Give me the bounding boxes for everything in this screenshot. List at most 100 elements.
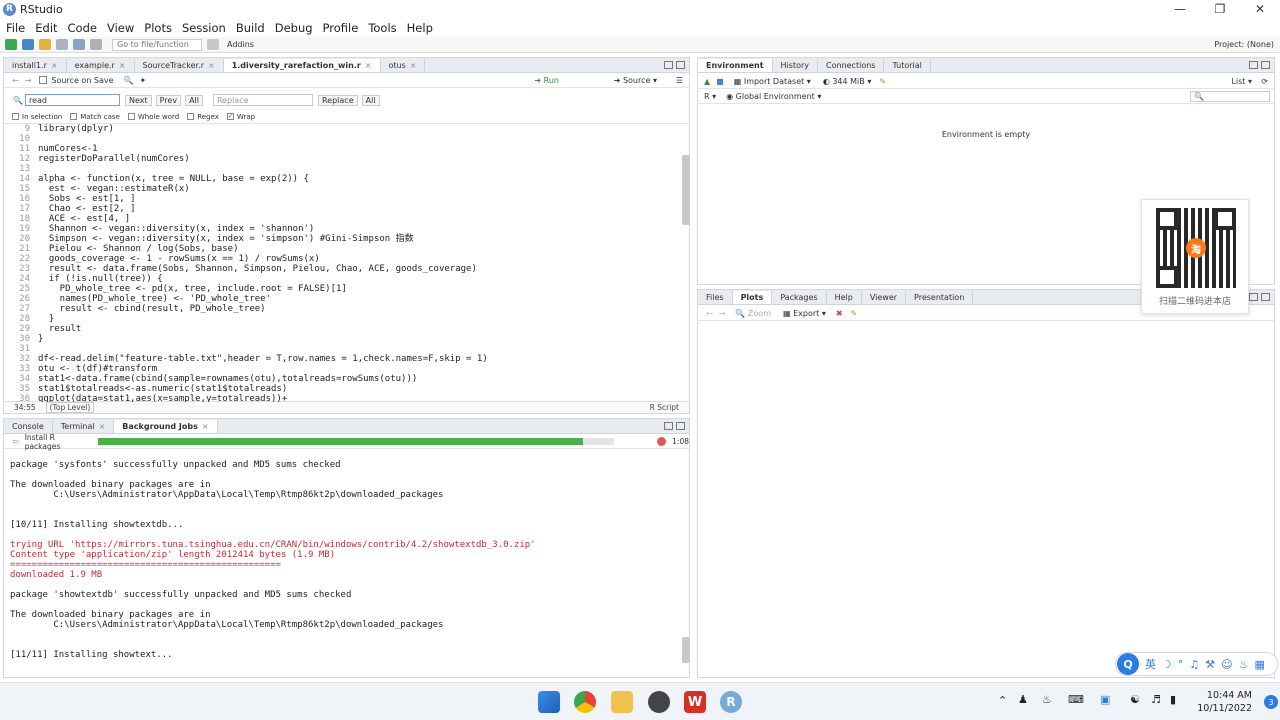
wifi-icon[interactable]: ☯ bbox=[1130, 693, 1140, 706]
close-icon[interactable]: × bbox=[119, 61, 126, 70]
code-line[interactable]: 29 result bbox=[8, 324, 680, 334]
menu-code[interactable]: Code bbox=[68, 21, 97, 35]
code-line[interactable]: 24 if (!is.null(tree)) { bbox=[8, 274, 680, 284]
tab-plots[interactable]: Plots bbox=[732, 291, 773, 304]
file-type[interactable]: R Script bbox=[650, 403, 679, 412]
source-button[interactable]: ➜ Source ▾ bbox=[614, 76, 657, 85]
back-icon[interactable]: ← bbox=[12, 76, 19, 85]
save-workspace-icon[interactable]: ■ bbox=[716, 77, 724, 86]
tab-diversity[interactable]: 1.diversity_rarefaction_win.r × bbox=[223, 59, 381, 72]
wps-icon[interactable]: W bbox=[684, 691, 706, 713]
back-icon[interactable]: ← bbox=[706, 309, 713, 318]
code-line[interactable]: 12 registerDoParallel(numCores) bbox=[8, 154, 680, 164]
code-line[interactable]: 13 bbox=[8, 164, 680, 174]
code-line[interactable]: 15 est <- vegan::estimateR(x) bbox=[8, 184, 680, 194]
minimize-pane-icon[interactable] bbox=[1249, 293, 1258, 301]
code-line[interactable]: 25 PD_whole_tree <- pd(x, tree, include.… bbox=[8, 284, 680, 294]
ime-tool-icon[interactable]: ⚒ bbox=[1205, 658, 1215, 671]
tab-console[interactable]: Console bbox=[4, 420, 53, 433]
code-line[interactable]: 22 goods_coverage <- 1 - rowSums(x == 1)… bbox=[8, 254, 680, 264]
addins-button[interactable]: Addins bbox=[227, 40, 254, 49]
code-line[interactable]: 30} bbox=[8, 334, 680, 344]
code-line[interactable]: 33 otu <- t(df)#transform bbox=[8, 364, 680, 374]
export-button[interactable]: ▦ Export ▾ bbox=[783, 309, 826, 318]
minimize-pane-icon[interactable] bbox=[664, 61, 673, 69]
tab-environment[interactable]: Environment bbox=[698, 59, 773, 72]
broom-icon[interactable]: ✎ bbox=[879, 77, 886, 86]
tab-install1[interactable]: install1.r × bbox=[4, 59, 67, 72]
close-icon[interactable]: × bbox=[208, 61, 215, 70]
code-line[interactable]: 18 ACE <- est[4, ] bbox=[8, 214, 680, 224]
code-line[interactable]: 26 names(PD_whole_tree) <- 'PD_whole_tre… bbox=[8, 294, 680, 304]
whole-word-checkbox[interactable] bbox=[127, 113, 135, 120]
windows-start-icon[interactable] bbox=[538, 691, 560, 713]
ime-tray-icon[interactable]: ▣ bbox=[1100, 693, 1110, 706]
regex-checkbox[interactable] bbox=[187, 113, 195, 120]
minimize-pane-icon[interactable] bbox=[1249, 61, 1258, 69]
maximize-button[interactable]: ❐ bbox=[1200, 0, 1240, 18]
forward-icon[interactable]: → bbox=[719, 309, 726, 318]
qr-code-overlay[interactable]: 淘 扫描二维码进本店 bbox=[1141, 199, 1249, 314]
language-selector[interactable]: R ▾ bbox=[704, 92, 716, 101]
tab-sourcetracker[interactable]: SourceTracker.r × bbox=[135, 59, 224, 72]
menu-file[interactable]: File bbox=[6, 21, 25, 35]
close-icon[interactable]: × bbox=[410, 61, 417, 70]
menu-help[interactable]: Help bbox=[407, 21, 433, 35]
back-icon[interactable]: ⇦ bbox=[12, 437, 19, 446]
tab-connections[interactable]: Connections bbox=[818, 59, 885, 72]
ime-moon-icon[interactable]: ☽ bbox=[1162, 658, 1172, 671]
memory-usage[interactable]: ◐ 344 MiB ▾ bbox=[823, 77, 872, 86]
find-next-button[interactable]: Next bbox=[124, 94, 152, 106]
code-editor[interactable]: 9 library(dplyr) 10 11 numCores<-1 12 register… bbox=[8, 124, 680, 402]
ime-skin-icon[interactable]: ♨ bbox=[1239, 658, 1249, 671]
find-prev-button[interactable]: Prev bbox=[155, 94, 182, 106]
obs-icon[interactable] bbox=[648, 691, 670, 713]
stop-job-icon[interactable] bbox=[657, 437, 667, 446]
tab-background-jobs[interactable]: Background Jobs × bbox=[114, 420, 218, 433]
menu-profile[interactable]: Profile bbox=[323, 21, 359, 35]
remove-plot-icon[interactable]: ✖ bbox=[836, 309, 843, 318]
load-workspace-icon[interactable]: ▲ bbox=[704, 77, 710, 86]
tab-tutorial[interactable]: Tutorial bbox=[884, 59, 931, 72]
maximize-pane-icon[interactable] bbox=[1261, 293, 1270, 301]
menu-build[interactable]: Build bbox=[236, 21, 265, 35]
maximize-pane-icon[interactable] bbox=[676, 422, 685, 430]
refresh-icon[interactable]: ⟳ bbox=[1261, 77, 1268, 86]
minimize-button[interactable]: — bbox=[1160, 0, 1200, 18]
save-all-icon[interactable] bbox=[73, 39, 85, 50]
open-file-icon[interactable] bbox=[39, 39, 51, 50]
code-line[interactable]: 14 alpha <- function(x, tree = NULL, base… bbox=[8, 174, 680, 184]
project-menu[interactable]: Project: (None) bbox=[1214, 40, 1274, 49]
code-line[interactable]: 23 result <- data.frame(Sobs, Shannon, S… bbox=[8, 264, 680, 274]
volume-icon[interactable]: ♬ bbox=[1151, 693, 1161, 706]
close-icon[interactable]: × bbox=[202, 422, 209, 431]
minimize-pane-icon[interactable] bbox=[664, 422, 673, 430]
code-line[interactable]: 11 numCores<-1 bbox=[8, 144, 680, 154]
list-view-button[interactable]: List ▾ bbox=[1231, 77, 1252, 86]
tab-presentation[interactable]: Presentation bbox=[906, 291, 974, 304]
people-icon[interactable]: ♟ bbox=[1018, 693, 1028, 706]
chrome-icon[interactable] bbox=[574, 691, 596, 713]
code-line[interactable]: 28 } bbox=[8, 314, 680, 324]
import-dataset-button[interactable]: ▦ Import Dataset ▾ bbox=[734, 77, 811, 86]
rstudio-taskbar-icon[interactable]: R bbox=[720, 691, 742, 713]
find-all-button[interactable]: All bbox=[185, 94, 203, 106]
menu-tools[interactable]: Tools bbox=[368, 21, 396, 35]
tab-history[interactable]: History bbox=[773, 59, 819, 72]
print-icon[interactable] bbox=[90, 39, 102, 50]
tab-packages[interactable]: Packages bbox=[772, 291, 827, 304]
new-project-icon[interactable] bbox=[22, 39, 34, 50]
goto-file-input[interactable]: Go to file/function bbox=[112, 38, 202, 51]
system-clock[interactable]: 10:44 AM 10/11/2022 bbox=[1197, 689, 1252, 715]
ime-mic-icon[interactable]: ♫ bbox=[1189, 658, 1199, 671]
maximize-pane-icon[interactable] bbox=[676, 61, 685, 69]
battery-icon[interactable]: ▮ bbox=[1170, 693, 1176, 706]
run-button[interactable]: ➜ Run bbox=[534, 76, 559, 85]
close-icon[interactable]: × bbox=[99, 422, 106, 431]
code-line[interactable]: 27 result <- cbind(result, PD_whole_tree… bbox=[8, 304, 680, 314]
code-line[interactable]: 36 ggplot(data=stat1,aes(x=sample,y=total… bbox=[8, 394, 680, 402]
maximize-pane-icon[interactable] bbox=[1261, 61, 1270, 69]
source-on-save-checkbox[interactable] bbox=[39, 76, 48, 84]
editor-scrollbar[interactable] bbox=[682, 155, 690, 225]
magic-wand-icon[interactable]: ✦ bbox=[140, 76, 147, 85]
